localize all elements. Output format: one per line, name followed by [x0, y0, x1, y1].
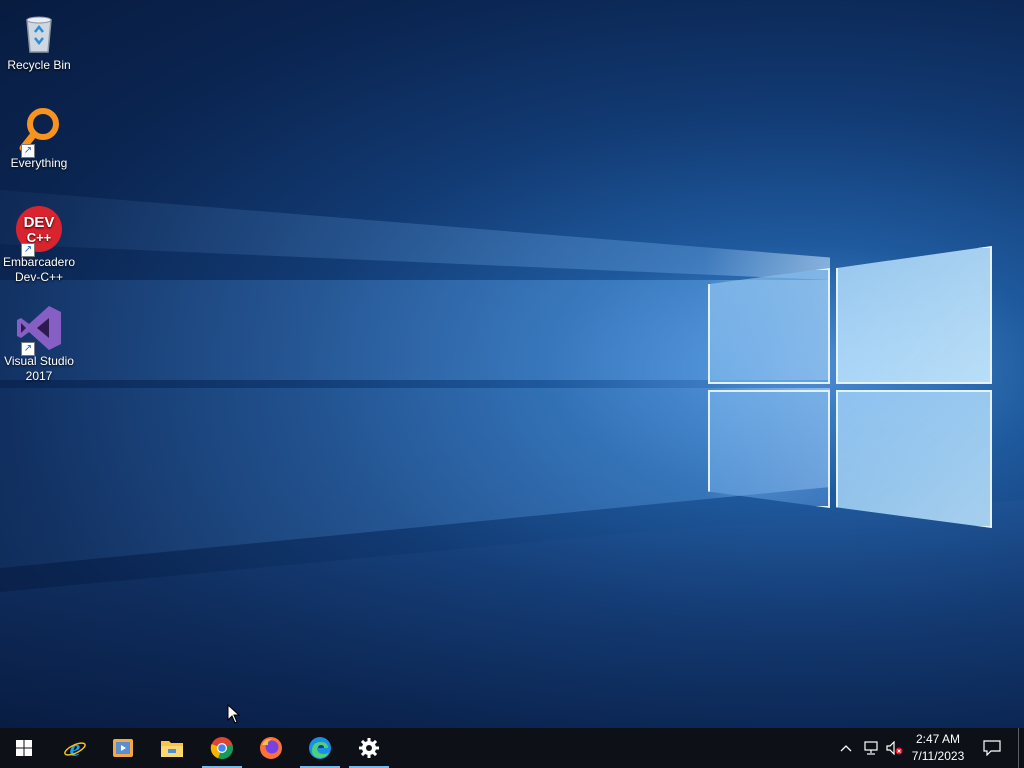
show-desktop-button[interactable] [1018, 728, 1019, 768]
recycle-bin-icon [15, 8, 63, 56]
taskbar-clock[interactable]: 2:47 AM 7/11/2023 [905, 731, 971, 765]
wallpaper-beam [0, 388, 830, 568]
svg-text:DEV: DEV [24, 214, 55, 231]
file-explorer-icon [161, 741, 183, 757]
taskbar-media-player[interactable] [99, 728, 147, 768]
media-player-icon [113, 739, 133, 757]
windows-logo-pane [836, 246, 992, 384]
volume-muted-icon [886, 741, 903, 755]
svg-text:e: e [70, 736, 81, 760]
windows-logo-pane [708, 268, 830, 384]
desktop-icon-label: Embarcadero Dev-C++ [2, 255, 76, 284]
network-icon [864, 741, 878, 755]
windows-logo-pane [836, 390, 992, 528]
windows-start-icon [16, 740, 32, 756]
everything-search-icon: ↗ [15, 106, 63, 158]
network-status-button[interactable] [860, 728, 882, 768]
shortcut-arrow-icon: ↗ [21, 144, 35, 158]
visual-studio-icon: ↗ [15, 304, 63, 356]
clock-time: 2:47 AM [915, 732, 961, 746]
wallpaper-beam [0, 190, 830, 280]
chrome-icon [210, 737, 233, 760]
clock-date: 7/11/2023 [911, 749, 965, 763]
wallpaper-beam [0, 280, 830, 380]
chevron-up-icon [840, 745, 852, 752]
desktop-icon-label: Everything [10, 156, 68, 170]
wallpaper-floor [0, 500, 1024, 730]
taskbar-file-explorer[interactable] [148, 728, 196, 768]
desktop-icon-visual-studio[interactable]: ↗ Visual Studio 2017 [0, 304, 78, 384]
edge-icon [309, 737, 331, 759]
desktop-icon-everything[interactable]: ↗ Everything [0, 106, 78, 171]
firefox-icon [260, 737, 282, 759]
devcpp-icon: DEV C++ ↗ [15, 205, 63, 257]
taskbar-firefox[interactable] [247, 728, 295, 768]
taskbar: e 2:47 AM 7/11/2023 [0, 728, 1024, 768]
settings-gear-icon [359, 738, 379, 758]
notification-icon [983, 740, 1001, 756]
mouse-cursor-icon [227, 703, 241, 729]
taskbar-edge[interactable] [296, 728, 344, 768]
desktop-icon-devcpp[interactable]: DEV C++ ↗ Embarcadero Dev-C++ [0, 205, 78, 285]
desktop-icon-recycle-bin[interactable]: Recycle Bin [0, 8, 78, 73]
action-center-button[interactable] [976, 728, 1008, 768]
start-button[interactable] [0, 728, 48, 768]
taskbar-settings[interactable] [345, 728, 393, 768]
volume-button[interactable] [884, 728, 906, 768]
shortcut-arrow-icon: ↗ [21, 243, 35, 257]
taskbar-internet-explorer[interactable]: e [51, 728, 99, 768]
shortcut-arrow-icon: ↗ [21, 342, 35, 356]
desktop-icon-label: Visual Studio 2017 [4, 354, 74, 383]
windows-logo-pane [708, 390, 830, 508]
show-hidden-icons-button[interactable] [836, 728, 856, 768]
desktop-icon-label: Recycle Bin [7, 58, 71, 72]
taskbar-chrome[interactable] [198, 728, 246, 768]
internet-explorer-icon: e [64, 736, 86, 760]
